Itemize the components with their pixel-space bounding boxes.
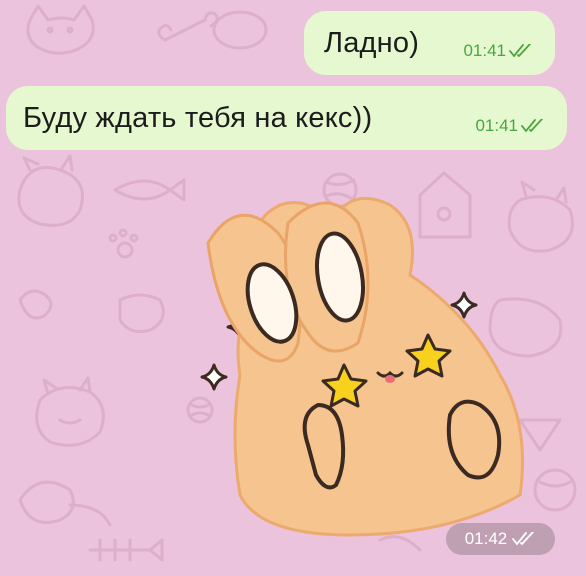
message-meta: 01:41 <box>475 116 545 136</box>
message-text: Буду ждать тебя на кекс)) <box>23 101 373 134</box>
double-check-icon <box>512 532 535 546</box>
sticker-time: 01:42 <box>464 529 508 548</box>
message-time: 01:41 <box>475 116 518 135</box>
message-meta: 01:41 <box>463 41 533 61</box>
message-time: 01:41 <box>463 41 506 60</box>
message-text: Ладно) <box>324 26 420 59</box>
outgoing-message-bubble[interactable]: Ладно) 01:41 <box>304 11 555 75</box>
outgoing-message-bubble[interactable]: Буду ждать тебя на кекс)) 01:41 <box>6 86 567 150</box>
sticker-time-pill: 01:42 <box>446 523 555 555</box>
double-check-icon <box>509 44 531 58</box>
bunny-sticker[interactable] <box>180 185 540 540</box>
double-check-icon <box>521 119 543 133</box>
